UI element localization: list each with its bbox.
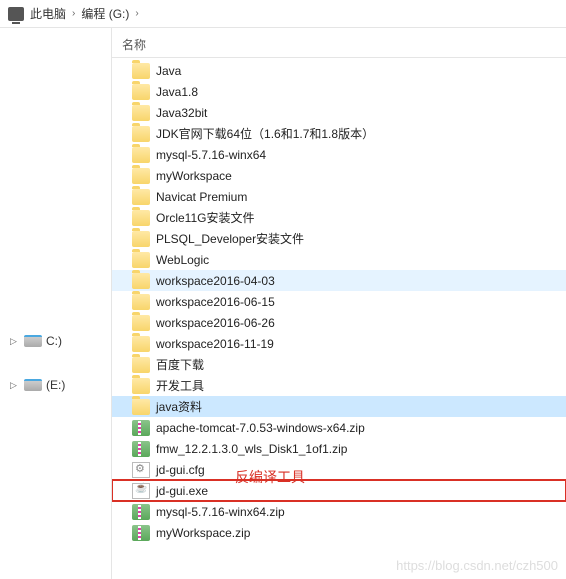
file-row[interactable]: workspace2016-04-03 xyxy=(112,270,566,291)
file-row[interactable]: workspace2016-06-15 xyxy=(112,291,566,312)
file-row[interactable]: workspace2016-06-26 xyxy=(112,312,566,333)
breadcrumb-root[interactable]: 此电脑 xyxy=(8,5,66,22)
drive-label: C:) xyxy=(46,334,62,348)
file-name: WebLogic xyxy=(156,253,209,267)
sidebar-drive-c[interactable]: ▷ C:) xyxy=(0,328,111,354)
folder-icon xyxy=(132,210,150,226)
file-row[interactable]: workspace2016-11-19 xyxy=(112,333,566,354)
sidebar-tree[interactable]: ▷ C:) ▷ (E:) xyxy=(0,28,112,579)
pc-icon xyxy=(8,7,24,21)
folder-icon xyxy=(132,378,150,394)
drive-icon xyxy=(24,379,42,391)
zip-icon xyxy=(132,420,150,436)
folder-icon xyxy=(132,63,150,79)
file-row[interactable]: myWorkspace.zip xyxy=(112,522,566,543)
file-row[interactable]: fmw_12.2.1.3.0_wls_Disk1_1of1.zip xyxy=(112,438,566,459)
folder-icon xyxy=(132,315,150,331)
folder-icon xyxy=(132,357,150,373)
file-name: workspace2016-04-03 xyxy=(156,274,275,288)
exe-icon xyxy=(132,483,150,499)
file-name: jd-gui.cfg xyxy=(156,463,205,477)
file-name: apache-tomcat-7.0.53-windows-x64.zip xyxy=(156,421,365,435)
zip-icon xyxy=(132,525,150,541)
file-name: jd-gui.exe xyxy=(156,484,208,498)
file-name: 百度下载 xyxy=(156,356,204,373)
folder-icon xyxy=(132,84,150,100)
file-row[interactable]: Java1.8 xyxy=(112,81,566,102)
zip-icon xyxy=(132,504,150,520)
file-row[interactable]: Navicat Premium xyxy=(112,186,566,207)
cfg-icon xyxy=(132,462,150,478)
expand-icon[interactable]: ▷ xyxy=(10,336,20,347)
drive-label: (E:) xyxy=(46,378,65,392)
file-row[interactable]: JDK官网下载64位（1.6和1.7和1.8版本） xyxy=(112,123,566,144)
sidebar-drive-e[interactable]: ▷ (E:) xyxy=(0,372,111,398)
column-header-name[interactable]: 名称 xyxy=(112,32,566,58)
file-name: java资料 xyxy=(156,398,202,415)
chevron-right-icon: › xyxy=(72,8,75,19)
file-name: Java1.8 xyxy=(156,85,198,99)
file-row[interactable]: Orcle11G安装文件 xyxy=(112,207,566,228)
folder-icon xyxy=(132,147,150,163)
file-row[interactable]: Java xyxy=(112,60,566,81)
folder-icon xyxy=(132,231,150,247)
chevron-right-icon: › xyxy=(135,8,138,19)
folder-icon xyxy=(132,105,150,121)
file-list-panel: 名称 Java Java1.8 Java32bit JDK官网下载64位（1.6和1.… xyxy=(112,28,566,579)
file-row[interactable]: jd-gui.exe xyxy=(112,480,566,501)
file-name: mysql-5.7.16-winx64 xyxy=(156,148,266,162)
file-list[interactable]: Java Java1.8 Java32bit JDK官网下载64位（1.6和1.7和1… xyxy=(112,58,566,543)
folder-icon xyxy=(132,168,150,184)
file-name: myWorkspace.zip xyxy=(156,526,250,540)
file-name: mysql-5.7.16-winx64.zip xyxy=(156,505,285,519)
breadcrumb-folder[interactable]: 编程 (G:) xyxy=(81,5,129,22)
breadcrumb[interactable]: 此电脑 › 编程 (G:) › xyxy=(0,0,566,28)
file-name: workspace2016-06-26 xyxy=(156,316,275,330)
file-row[interactable]: mysql-5.7.16-winx64 xyxy=(112,144,566,165)
folder-icon xyxy=(132,252,150,268)
file-name: workspace2016-11-19 xyxy=(156,337,274,351)
file-name: fmw_12.2.1.3.0_wls_Disk1_1of1.zip xyxy=(156,442,347,456)
folder-icon xyxy=(132,126,150,142)
file-row[interactable]: jd-gui.cfg xyxy=(112,459,566,480)
file-row[interactable]: PLSQL_Developer安装文件 xyxy=(112,228,566,249)
file-name: workspace2016-06-15 xyxy=(156,295,275,309)
folder-icon xyxy=(132,273,150,289)
expand-icon[interactable]: ▷ xyxy=(10,380,20,391)
file-name: Java32bit xyxy=(156,106,207,120)
file-row[interactable]: myWorkspace xyxy=(112,165,566,186)
file-name: 开发工具 xyxy=(156,377,204,394)
file-row[interactable]: Java32bit xyxy=(112,102,566,123)
file-row[interactable]: mysql-5.7.16-winx64.zip xyxy=(112,501,566,522)
breadcrumb-label: 此电脑 xyxy=(30,5,66,22)
file-name: myWorkspace xyxy=(156,169,232,183)
file-name: Navicat Premium xyxy=(156,190,247,204)
zip-icon xyxy=(132,441,150,457)
file-name: Orcle11G安装文件 xyxy=(156,209,254,226)
folder-icon xyxy=(132,399,150,415)
file-row[interactable]: 百度下载 xyxy=(112,354,566,375)
file-row[interactable]: 开发工具 xyxy=(112,375,566,396)
drive-icon xyxy=(24,335,42,347)
breadcrumb-label: 编程 (G:) xyxy=(81,5,129,22)
main-area: ▷ C:) ▷ (E:) 名称 Java Java1.8 Java32bit JDK官… xyxy=(0,28,566,579)
folder-icon xyxy=(132,336,150,352)
folder-icon xyxy=(132,294,150,310)
file-name: JDK官网下载64位（1.6和1.7和1.8版本） xyxy=(156,125,374,142)
file-row[interactable]: apache-tomcat-7.0.53-windows-x64.zip xyxy=(112,417,566,438)
file-name: PLSQL_Developer安装文件 xyxy=(156,230,304,247)
folder-icon xyxy=(132,189,150,205)
file-name: Java xyxy=(156,64,181,78)
file-row[interactable]: java资料 xyxy=(112,396,566,417)
file-row[interactable]: WebLogic xyxy=(112,249,566,270)
